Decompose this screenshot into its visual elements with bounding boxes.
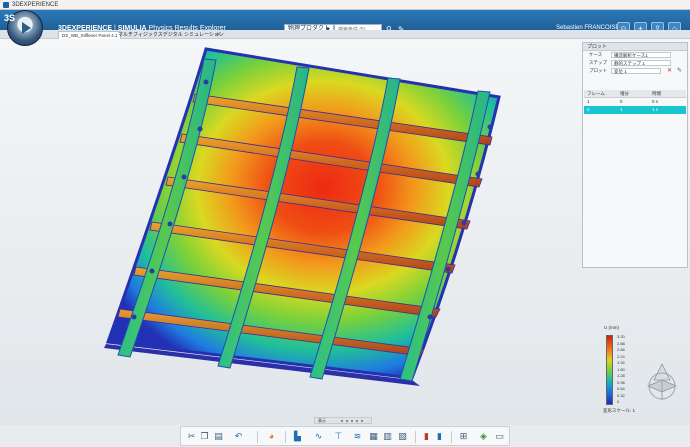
display-page-indicator[interactable]: 表示: [314, 417, 372, 424]
contour-icon[interactable]: ▮: [420, 430, 433, 443]
frames-table: フレーム 増分 時間 1 0 0 s 2 1 1 s: [584, 90, 686, 114]
undo-icon[interactable]: ↶: [232, 430, 245, 443]
rivet: [427, 314, 433, 320]
arrow-icon[interactable]: ≋: [351, 430, 364, 443]
edit-plot-icon[interactable]: ✎: [677, 67, 682, 75]
plot-row: プロット 変位 1 ✕ ✎: [583, 67, 687, 75]
plot-panel: プロット ケース 構造解析ケース1 ステップ 静的ステップ 1 プロット 変位 …: [582, 42, 688, 268]
legend-tick: 1.92: [617, 360, 625, 365]
table-cell: 0 s: [652, 99, 659, 104]
legend-tick: 2.56: [617, 347, 625, 352]
top-bar: 3DEXPERIENCE | SIMULIA Physics Results E…: [0, 10, 690, 35]
legend-tick: 2.88: [617, 340, 625, 346]
column-header[interactable]: 時間: [652, 90, 661, 98]
legend-tick: 1.60: [617, 366, 625, 372]
legend-tick: 2.24: [617, 353, 625, 359]
table-header: フレーム 増分 時間: [584, 90, 686, 98]
3dexperience-app-icon: [3, 2, 9, 8]
rivet: [487, 124, 493, 130]
scissors-icon[interactable]: ✂: [185, 430, 198, 443]
toolbar-divider: [451, 431, 452, 443]
legend-tick: 0.32: [617, 392, 625, 398]
toolbar-divider: [257, 431, 258, 443]
legend-tick: 0: [617, 399, 620, 404]
step-row: ステップ 静的ステップ 1: [583, 59, 687, 67]
tab-title: マルチフィジックスデジタル シミュレーション: [118, 32, 224, 38]
table-cell: 2: [587, 107, 590, 112]
rivet: [203, 79, 209, 85]
plot-label: プロット: [589, 68, 607, 73]
probe-icon[interactable]: ⊤: [332, 430, 345, 443]
table-cell: 0: [620, 99, 623, 104]
legend-color-bar: [606, 335, 613, 405]
table-cell: 1 s: [652, 107, 659, 112]
rivet: [475, 171, 481, 177]
xy-plot-icon[interactable]: ∿: [312, 430, 325, 443]
table-cell: 1: [620, 107, 623, 112]
table-cell: 1: [587, 99, 590, 104]
tab-document[interactable]: DS_WB_Stiffener Panel 4.1: [58, 31, 122, 39]
report-icon[interactable]: ▥: [381, 430, 394, 443]
delete-plot-icon[interactable]: ✕: [667, 67, 672, 75]
view-compass-icon[interactable]: [640, 360, 685, 405]
rivet: [131, 314, 137, 320]
column-header[interactable]: フレーム: [587, 90, 605, 98]
layers-icon[interactable]: ▭: [493, 430, 506, 443]
plot-panel-title: プロット: [583, 43, 687, 51]
table-row[interactable]: 1 0 0 s: [584, 98, 686, 106]
step-label: ステップ: [589, 60, 607, 65]
case-label: ケース: [589, 52, 603, 57]
window-title-bar: 3DEXPERIENCE: [0, 0, 690, 10]
rivet: [445, 266, 451, 272]
page-indicator-label: 表示: [318, 418, 326, 423]
table-row-selected[interactable]: 2 1 1 s: [584, 106, 686, 114]
tab-document-label: DS_WB_Stiffener Panel 4.1: [62, 33, 118, 38]
column-header[interactable]: 増分: [620, 90, 629, 98]
step-select[interactable]: 静的ステップ 1: [611, 60, 671, 66]
color-legend[interactable]: U (mm) 3.20 2.88 2.56 2.24 1.92 1.60 1.2…: [603, 325, 644, 413]
legend-title: U (mm): [604, 325, 619, 330]
toolbar-divider: [415, 431, 416, 443]
plot-select[interactable]: 変位 1: [611, 68, 661, 74]
copy-icon[interactable]: ❐: [198, 430, 211, 443]
rivet: [167, 221, 173, 227]
color-plot-icon[interactable]: ◕: [265, 430, 278, 443]
paste-icon[interactable]: ▤: [212, 430, 225, 443]
grid-icon[interactable]: ⊞: [457, 430, 470, 443]
case-row: ケース 構造解析ケース1: [583, 51, 687, 59]
close-icon[interactable]: ×: [217, 31, 221, 39]
action-toolbar: ✂ ❐ ▤ ↶ ◕ ▙ ∿ ⊤ ≋ ▦ ▥ ▧ ▮ ▮ ⊞ ◈ ▭: [180, 426, 510, 446]
deformed-icon[interactable]: ▮: [433, 430, 446, 443]
toolbar-divider: [285, 431, 286, 443]
table-icon[interactable]: ▦: [367, 430, 380, 443]
legend-tick: 0.96: [617, 379, 625, 385]
window-title: 3DEXPERIENCE: [12, 2, 59, 8]
legend-tick: 3.20: [617, 334, 625, 339]
case-select[interactable]: 構造解析ケース1: [611, 52, 671, 58]
rivet: [461, 220, 467, 226]
page-dots[interactable]: [341, 420, 363, 422]
tab-bar: DS_WB_Stiffener Panel 4.1 マルチフィジックスデジタル …: [0, 30, 690, 39]
legend-tick: 1.28: [617, 373, 625, 378]
rivet: [197, 126, 203, 132]
deformation-scale-label: 変形スケール: 1: [603, 408, 636, 413]
rivet: [149, 268, 155, 274]
legend-tick: 0.64: [617, 386, 625, 391]
legend-icon[interactable]: ▧: [396, 430, 409, 443]
ds-logo-icon: 3S: [4, 13, 16, 23]
chart-icon[interactable]: ▙: [291, 430, 304, 443]
play-icon: [22, 22, 31, 34]
display-icon[interactable]: ◈: [477, 430, 490, 443]
rivet: [181, 174, 187, 180]
